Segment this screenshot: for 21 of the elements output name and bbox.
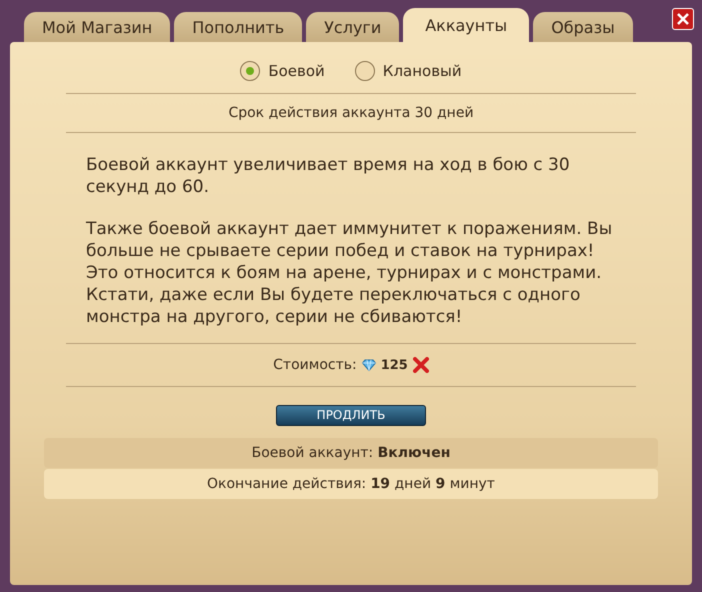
description-paragraph: Также боевой аккаунт дает иммунитет к поражениям. Вы больше не срываете серии побед и ставок на турнирах! Это относится к боям на арене, турнирах и с монстрами. Кстати, даже если Вы будете переключаться с одного монстра на другого, серии не сбиваются! [86, 218, 614, 328]
tab[interactable]: Образы [533, 12, 633, 42]
radio-option[interactable]: Боевой [240, 61, 325, 81]
tab[interactable]: Пополнить [174, 12, 302, 42]
tab[interactable]: Услуги [306, 12, 400, 42]
tab[interactable]: Аккаунты [403, 8, 530, 42]
tab[interactable]: Мой Магазин [24, 12, 170, 42]
close-button[interactable] [672, 8, 694, 30]
close-icon [676, 12, 690, 26]
diamond-icon [362, 359, 376, 371]
cost-amount: 125 [380, 358, 408, 372]
status-row: Окончание действия: 19 дней 9 минут [44, 468, 658, 498]
duration-text: Срок действия аккаунта 30 дней [228, 104, 474, 123]
description-paragraph: Боевой аккаунт увеличивает время на ход в бою с 30 секунд до 60. [86, 154, 571, 198]
radio-option[interactable]: Клановый [354, 61, 462, 81]
radio-button[interactable] [354, 61, 375, 81]
cost-label: Стоимость: [273, 357, 357, 373]
status-row: Боевой аккаунт: Включен [44, 438, 658, 468]
extend-button[interactable]: ПРОДЛИТЬ [276, 404, 426, 426]
cross-icon[interactable] [412, 357, 429, 373]
radio-button[interactable] [240, 61, 260, 81]
